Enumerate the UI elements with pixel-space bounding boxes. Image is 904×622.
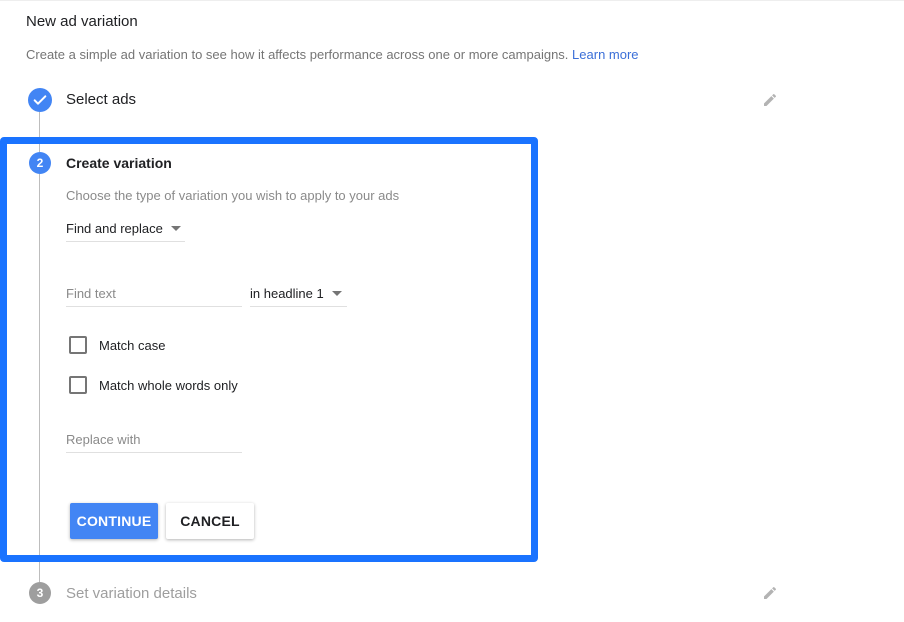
match-case-option[interactable]: Match case [69,336,165,354]
match-case-checkbox[interactable] [69,336,87,354]
match-case-label: Match case [99,337,166,353]
step-3-number-badge: 3 [29,582,51,604]
step-2-label: Create variation [66,155,172,171]
learn-more-link[interactable]: Learn more [572,47,638,62]
step-2-number-badge: 2 [29,152,51,174]
step-3-label[interactable]: Set variation details [66,585,197,602]
variation-type-value: Find and replace [66,221,163,236]
subtitle-text: Create a simple ad variation to see how … [26,47,569,62]
stepper-connector [39,112,40,152]
find-field-value: in headline 1 [250,285,324,301]
match-whole-words-label: Match whole words only [99,377,238,393]
stepper-connector [39,174,40,582]
find-text-input[interactable] [66,280,242,307]
step-1-label[interactable]: Select ads [66,91,136,108]
step-1-complete-badge [28,88,52,112]
check-icon [33,95,47,105]
pencil-icon[interactable] [762,585,778,601]
match-whole-words-checkbox[interactable] [69,376,87,394]
chevron-down-icon [331,290,342,296]
find-field-dropdown[interactable]: in headline 1 [250,280,347,307]
replace-with-input[interactable] [66,426,242,453]
match-whole-words-option[interactable]: Match whole words only [69,376,238,394]
chevron-down-icon [170,226,181,231]
top-divider [0,0,904,1]
pencil-icon[interactable] [762,92,778,108]
cancel-button[interactable]: CANCEL [166,503,254,539]
page-subtitle: Create a simple ad variation to see how … [26,47,639,62]
continue-button[interactable]: CONTINUE [70,503,158,539]
variation-type-hint: Choose the type of variation you wish to… [66,188,400,203]
variation-type-dropdown[interactable]: Find and replace [66,216,185,242]
page-title: New ad variation [26,13,138,30]
